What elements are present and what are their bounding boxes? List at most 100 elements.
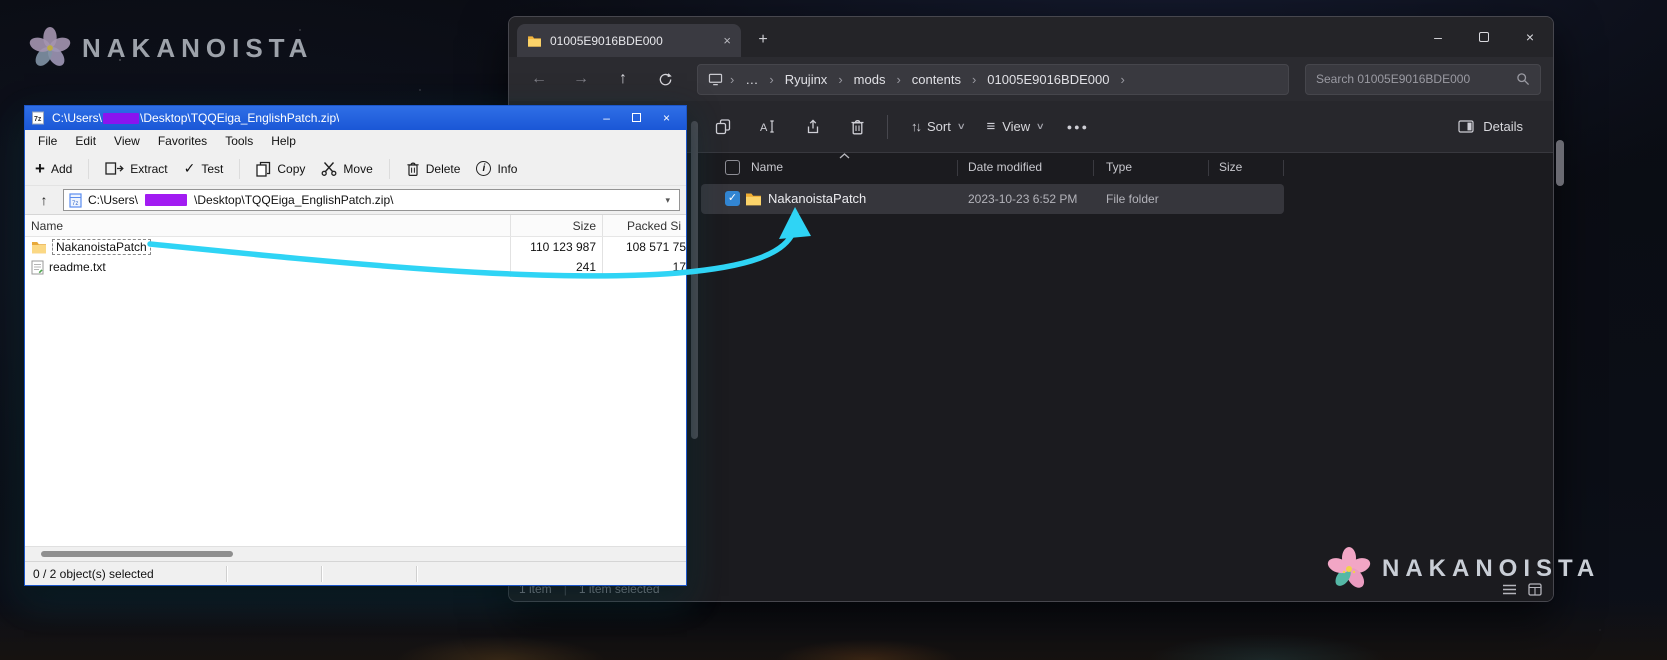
menu-edit[interactable]: Edit [66,134,105,148]
file-actions: A [705,110,875,144]
view-label: View [1002,119,1031,134]
forward-button[interactable]: → [563,63,599,95]
archive-path-field[interactable]: 7z C:\Users\ \Desktop\TQQEiga_EnglishPat… [63,189,680,211]
archive-row-nakanoistapatch[interactable]: NakanoistaPatch 110 123 987 108 571 75 [25,237,686,257]
toolbar-divider [388,158,390,179]
archive-row-readme[interactable]: readme.txt 241 17 [25,257,686,277]
breadcrumb-item-titleid[interactable]: 01005E9016BDE000 [983,72,1113,87]
column-header-name[interactable]: Name [751,160,783,174]
maximize-button[interactable] [631,111,641,125]
copy-button[interactable] [705,110,740,144]
file-row-nakanoistapatch[interactable]: ✓ NakanoistaPatch 2023-10-23 6:52 PM Fil… [701,184,1284,214]
column-divider[interactable] [1093,160,1094,176]
sevenzip-window: 7z C:\Users\ \Desktop\TQQEiga_EnglishPat… [24,105,687,586]
menu-view[interactable]: View [105,134,149,148]
view-button[interactable]: ≡ View ∨ [975,110,1054,144]
column-header-date[interactable]: Date modified [968,160,1042,174]
selection-status: 0 / 2 object(s) selected [33,566,154,581]
sevenzip-title-bar[interactable]: 7z C:\Users\ \Desktop\TQQEiga_EnglishPat… [25,106,686,130]
breadcrumb-chevron-icon: › [896,71,901,87]
column-header-name[interactable]: Name [25,215,511,236]
close-button[interactable]: × [1507,17,1553,57]
up-button[interactable]: ↑ [605,63,641,95]
share-button[interactable] [795,110,830,144]
details-pane-button[interactable]: Details [1446,110,1535,144]
details-label: Details [1483,119,1523,134]
breadcrumb-ellipsis[interactable]: … [741,72,762,87]
window-controls: – × [1415,17,1553,57]
menu-help[interactable]: Help [262,134,305,148]
breadcrumb-item-ryujinx[interactable]: Ryujinx [781,72,832,87]
up-one-level-button[interactable]: ↑ [31,189,57,211]
select-all-checkbox[interactable] [725,160,740,175]
back-button[interactable]: ← [521,63,557,95]
info-button[interactable]: i Info [476,161,517,176]
edge-scrollbar[interactable] [1556,140,1564,186]
title-path-prefix: C:\Users\ [52,111,103,125]
sort-ascending-icon [839,153,850,159]
redacted-username [145,194,188,206]
column-divider[interactable] [1283,160,1284,176]
sakura-logo-icon [1327,547,1371,588]
add-button[interactable]: + Add [35,160,72,177]
move-label: Move [343,161,373,176]
menu-file[interactable]: File [29,134,66,148]
navigation-pane-scrollbar[interactable] [691,121,698,439]
search-box[interactable] [1305,63,1541,95]
menu-favorites[interactable]: Favorites [149,134,216,148]
column-divider[interactable] [957,160,958,176]
menu-tools[interactable]: Tools [216,134,262,148]
minimize-button[interactable]: – [603,111,610,125]
archive-item-name: NakanoistaPatch [52,239,151,255]
new-tab-button[interactable]: + [749,26,777,54]
extract-button[interactable]: Extract [105,161,168,176]
folder-icon [746,193,761,206]
minimize-button[interactable]: – [1415,17,1461,57]
copy-button[interactable]: Copy [256,161,305,177]
more-options-button[interactable]: ●●● [1055,110,1101,144]
address-bar[interactable]: › … › Ryujinx › mods › contents › 01005E… [697,63,1289,95]
svg-text:A: A [760,122,768,134]
brand-text: NAKANOISTA [82,32,314,63]
test-button[interactable]: ✓ Test [184,160,224,177]
horizontal-scrollbar[interactable] [25,546,686,561]
sort-button[interactable]: ↑↓ Sort ∨ [900,110,975,144]
breadcrumb-item-contents[interactable]: contents [908,72,965,87]
scrollbar-thumb[interactable] [41,551,233,557]
rename-button[interactable]: A [750,110,785,144]
breadcrumb-chevron-icon: › [769,71,774,87]
breadcrumb-chevron-icon: › [971,71,977,87]
archive-item-size: 241 [575,260,596,274]
extract-label: Extract [130,161,168,176]
folder-icon [528,35,541,47]
sort-label: Sort [927,119,951,134]
address-path-prefix: C:\Users\ [88,193,139,207]
copy-label: Copy [277,161,306,176]
delete-button[interactable] [840,110,875,144]
breadcrumb-chevron-icon: › [1120,71,1125,87]
breadcrumb-item-mods[interactable]: mods [850,72,890,87]
search-input[interactable] [1316,72,1516,86]
close-button[interactable]: × [663,111,670,125]
column-header-size[interactable]: Size [1219,160,1242,174]
sevenzip-app-icon: 7z [32,111,44,125]
archive-item-size: 110 123 987 [530,240,596,254]
file-list: Name Date modified Type Size ✓ Nakanoist… [699,153,1553,555]
column-divider[interactable] [1208,160,1209,176]
zip-file-icon: 7z [69,192,82,208]
archive-item-packed-size: 17 [672,260,686,274]
row-checkbox[interactable]: ✓ [725,191,740,206]
dropdown-icon[interactable]: ▾ [661,195,674,206]
explorer-tab[interactable]: 01005E9016BDE000 × [517,24,741,57]
move-button[interactable]: Move [321,161,373,176]
redacted-username [103,112,140,124]
maximize-icon [1479,32,1489,42]
column-header-type[interactable]: Type [1106,160,1132,174]
delete-button[interactable]: Delete [406,161,460,177]
column-header-size[interactable]: Size [511,215,603,236]
refresh-button[interactable] [647,63,683,95]
column-header-packed-size[interactable]: Packed Si [603,215,686,236]
tab-close-icon[interactable]: × [723,33,731,48]
maximize-button[interactable] [1461,17,1507,57]
chevron-down-icon: ∨ [1035,121,1046,131]
